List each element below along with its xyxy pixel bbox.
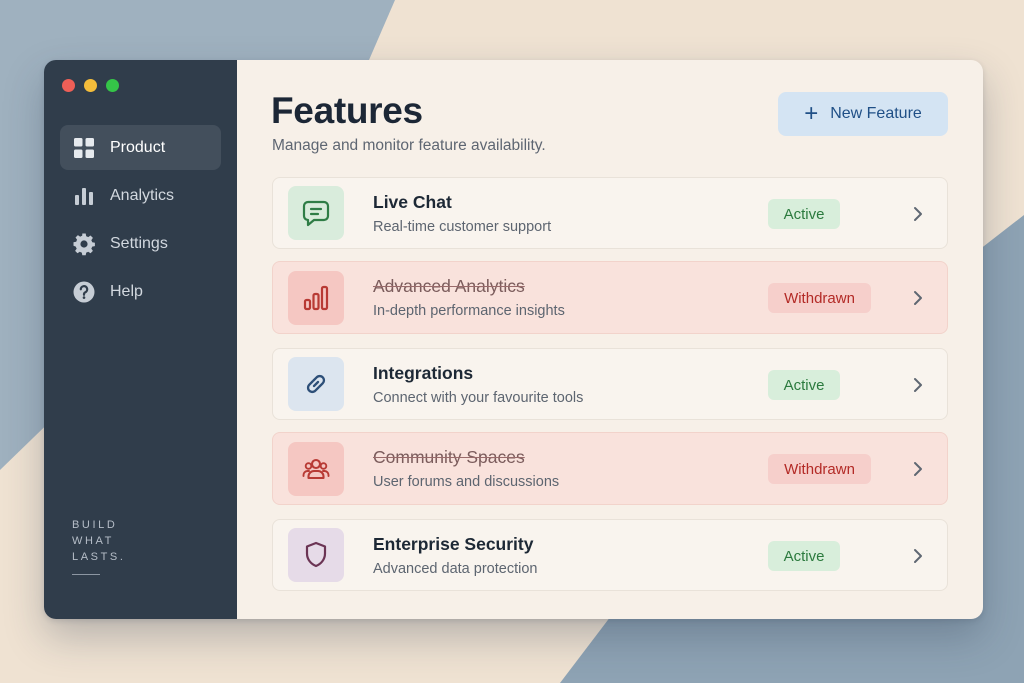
status-badge: Withdrawn: [768, 283, 871, 313]
bar-chart-icon: [288, 270, 344, 325]
tagline-divider: [72, 574, 100, 575]
feature-description: Connect with your favourite tools: [373, 389, 584, 406]
feature-title: Advanced Analytics: [373, 276, 525, 296]
feature-title: Community Spaces: [373, 447, 525, 467]
chevron-right-icon[interactable]: [908, 288, 928, 308]
feature-row-community-spaces[interactable]: Community Spaces User forums and discuss…: [272, 432, 948, 505]
feature-row-enterprise-security[interactable]: Enterprise Security Advanced data protec…: [272, 519, 948, 591]
feature-title: Live Chat: [373, 191, 452, 212]
status-badge: Active: [768, 370, 840, 400]
grid-icon: [72, 136, 96, 160]
chevron-right-icon[interactable]: [908, 375, 928, 395]
status-badge: Withdrawn: [768, 454, 871, 484]
feature-description: Advanced data protection: [373, 560, 538, 577]
minimize-window-button[interactable]: [84, 79, 97, 92]
sidebar-item-product[interactable]: Product: [60, 125, 221, 170]
tagline-line-2: WHAT: [72, 535, 114, 547]
users-icon: [288, 441, 344, 496]
chevron-right-icon[interactable]: [908, 204, 928, 224]
feature-list: Live Chat Real-time customer support Act…: [272, 177, 948, 603]
shield-icon: [288, 528, 344, 582]
chevron-right-icon[interactable]: [908, 546, 928, 566]
feature-description: In-depth performance insights: [373, 303, 565, 319]
status-badge: Active: [768, 199, 840, 229]
feature-title: Integrations: [373, 362, 474, 383]
close-window-button[interactable]: [62, 79, 75, 92]
feature-row-integrations[interactable]: Integrations Connect with your favourite…: [272, 348, 948, 420]
page-subtitle: Manage and monitor feature availability.: [272, 137, 546, 154]
new-feature-button-label: New Feature: [830, 105, 922, 122]
feature-title: Enterprise Security: [373, 533, 534, 554]
sidebar-item-label: Product: [110, 138, 166, 156]
sidebar-nav: Product Analytics Settings Help: [60, 125, 221, 317]
feature-row-live-chat[interactable]: Live Chat Real-time customer support Act…: [272, 177, 948, 249]
sidebar: Product Analytics Settings Help BUILD WH…: [44, 60, 237, 619]
window-controls: [62, 79, 119, 92]
help-circle-icon: [72, 280, 96, 304]
tagline-line-1: BUILD: [72, 519, 118, 531]
new-feature-button[interactable]: + New Feature: [778, 92, 948, 136]
brand-tagline: BUILD WHAT LASTS.: [72, 517, 126, 575]
page-title: Features: [271, 90, 423, 131]
link-icon: [288, 357, 344, 411]
sidebar-item-label: Help: [110, 282, 143, 300]
feature-description: Real-time customer support: [373, 218, 552, 235]
plus-icon: +: [804, 100, 819, 127]
maximize-window-button[interactable]: [106, 79, 119, 92]
sidebar-item-help[interactable]: Help: [60, 269, 221, 314]
feature-row-advanced-analytics[interactable]: Advanced Analytics In-depth performance …: [272, 261, 948, 334]
status-badge: Active: [768, 541, 840, 571]
gear-icon: [72, 232, 96, 256]
tagline-line-3: LASTS.: [72, 551, 126, 563]
chevron-right-icon[interactable]: [908, 459, 928, 479]
app-window: Product Analytics Settings Help BUILD WH…: [44, 60, 983, 619]
bar-chart-icon: [72, 184, 96, 208]
sidebar-item-label: Settings: [110, 234, 168, 252]
sidebar-item-analytics[interactable]: Analytics: [60, 173, 221, 218]
feature-description: User forums and discussions: [373, 474, 560, 490]
main-content: Features Manage and monitor feature avai…: [237, 60, 983, 619]
sidebar-item-label: Analytics: [110, 186, 175, 204]
chat-icon: [288, 186, 344, 240]
sidebar-item-settings[interactable]: Settings: [60, 221, 221, 266]
